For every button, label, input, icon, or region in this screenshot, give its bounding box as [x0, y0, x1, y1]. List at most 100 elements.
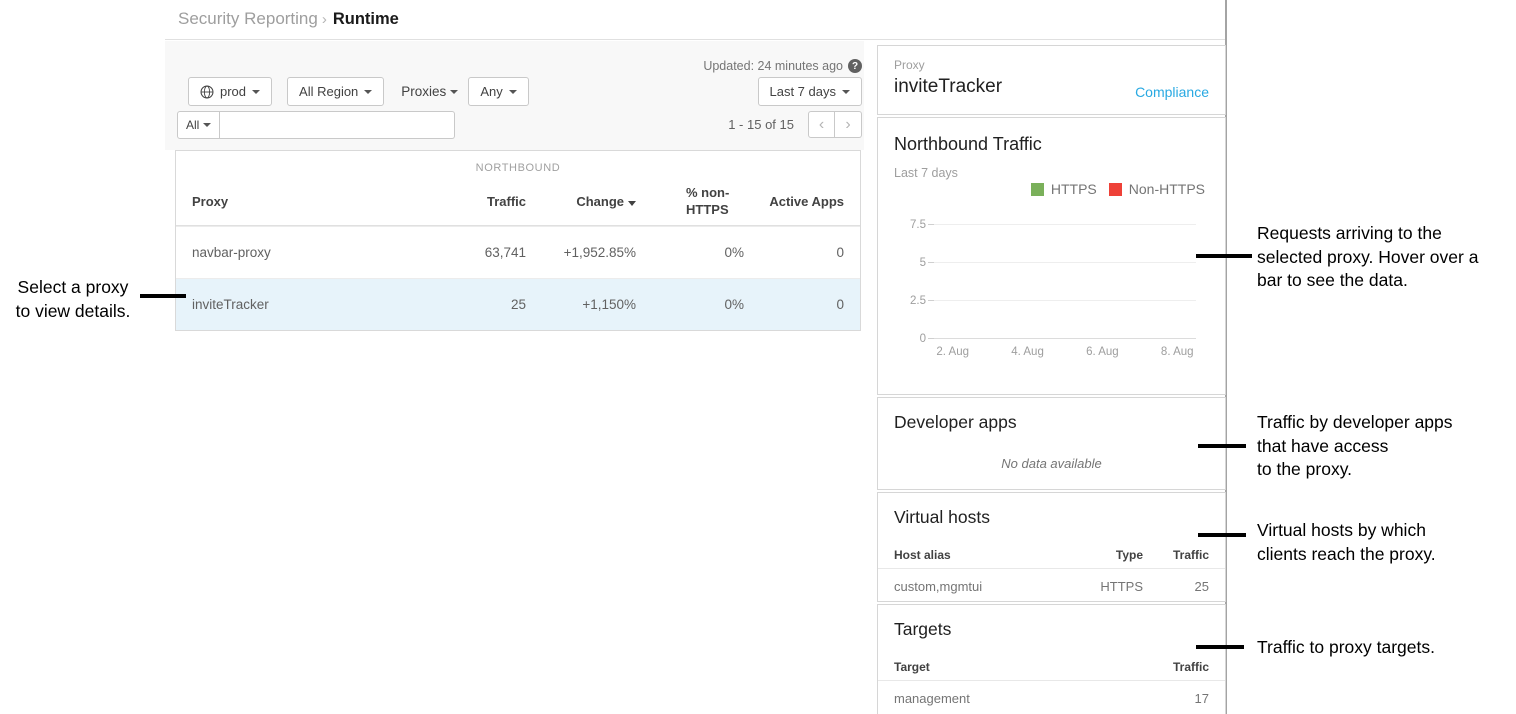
cell-change: +1,150% [526, 297, 636, 312]
region-dropdown[interactable]: All Region [287, 77, 384, 106]
filter-row-1: prod All Region Proxies Any [188, 77, 529, 106]
proxies-dropdown[interactable]: Proxies [401, 84, 458, 99]
any-label: Any [480, 84, 502, 99]
cell-target: management [894, 691, 1143, 706]
pagination-prev-button[interactable]: ‹ [808, 111, 835, 138]
annotation-line: Traffic by developer apps [1257, 411, 1453, 435]
chart-xaxis: 2. Aug4. Aug6. Aug8. Aug [934, 346, 1196, 358]
proxies-label: Proxies [401, 84, 446, 99]
proxy-detail-card: Proxy inviteTracker Compliance [877, 45, 1226, 115]
annotation-line: Virtual hosts by which [1257, 519, 1436, 543]
col-header-traffic[interactable]: Traffic [406, 194, 526, 209]
search-input[interactable] [220, 111, 455, 139]
chart-y-tick-label: 0 [886, 333, 926, 345]
callout-line-developer-apps [1198, 444, 1246, 448]
annotation-targets: Traffic to proxy targets. [1257, 636, 1435, 660]
col-header-target: Target [894, 660, 1143, 674]
breadcrumb: Security Reporting› Runtime [165, 0, 1225, 40]
col-header-change-label: Change [576, 194, 624, 209]
callout-line-select-proxy [140, 294, 186, 298]
chevron-down-icon [252, 90, 260, 94]
cell-proxy: navbar-proxy [176, 245, 406, 260]
virtual-hosts-title: Virtual hosts [894, 507, 990, 528]
col-header-traffic: Traffic [1143, 660, 1209, 674]
cell-non-https: 0% [636, 245, 744, 260]
col-header-non-https-label: % non-HTTPS [686, 185, 744, 219]
chevron-down-icon [450, 90, 458, 94]
breadcrumb-section[interactable]: Security Reporting [178, 9, 318, 28]
col-header-host-alias: Host alias [894, 548, 1067, 562]
table-group-header: NORTHBOUND [176, 151, 860, 178]
legend-swatch-non-https [1109, 183, 1122, 196]
compliance-link[interactable]: Compliance [1135, 84, 1209, 100]
time-range-label: Last 7 days [770, 84, 837, 99]
virtual-hosts-header-row: Host alias Type Traffic [878, 541, 1225, 569]
chart-y-tick-label: 5 [886, 257, 926, 269]
col-header-traffic: Traffic [1143, 548, 1209, 562]
table-row-selected[interactable]: inviteTracker 25 +1,150% 0% 0 [176, 278, 860, 330]
region-label: All Region [299, 84, 358, 99]
cell-host-alias: custom,mgmtui [894, 579, 1067, 594]
col-header-proxy[interactable]: Proxy [176, 194, 406, 209]
targets-title: Targets [894, 619, 951, 640]
cell-active-apps: 0 [744, 297, 860, 312]
sort-desc-icon [628, 201, 636, 206]
annotation-select-proxy: Select a proxy to view details. [0, 276, 146, 323]
cell-traffic: 25 [406, 297, 526, 312]
chart-x-tick-label [971, 346, 1008, 358]
pagination: 1 - 15 of 15 ‹ › [728, 111, 862, 138]
table-row[interactable]: navbar-proxy 63,741 +1,952.85% 0% 0 [176, 226, 860, 278]
chart-x-tick-label: 2. Aug [934, 346, 971, 358]
search-filter-dropdown[interactable]: All [177, 111, 220, 139]
environment-label: prod [220, 84, 246, 99]
chart-bars [934, 225, 1196, 339]
developer-apps-empty-message: No data available [878, 456, 1225, 471]
chart-x-tick-label: 6. Aug [1084, 346, 1121, 358]
northbound-traffic-card: Northbound Traffic Last 7 days HTTPS Non… [877, 117, 1226, 395]
environment-dropdown[interactable]: prod [188, 77, 272, 106]
legend-label-https: HTTPS [1051, 181, 1097, 197]
page-title: Runtime [333, 10, 399, 28]
breadcrumb-separator: › [322, 11, 327, 28]
annotation-line: selected proxy. Hover over a [1257, 246, 1478, 270]
chevron-down-icon [509, 90, 517, 94]
annotation-line: to view details. [0, 300, 146, 324]
col-header-non-https[interactable]: % non-HTTPS [636, 185, 744, 219]
help-icon[interactable]: ? [848, 59, 862, 73]
globe-icon [200, 85, 214, 99]
chart-x-tick-label: 4. Aug [1009, 346, 1046, 358]
chart-subtitle: Last 7 days [894, 166, 958, 180]
filter-toolbar: Updated: 24 minutes ago ? prod All Regio… [165, 41, 864, 150]
developer-apps-title: Developer apps [894, 412, 1017, 433]
annotation-line: Traffic to proxy targets. [1257, 636, 1435, 660]
chevron-down-icon [842, 90, 850, 94]
target-row: management 17 [878, 683, 1225, 713]
annotation-line: that have access [1257, 435, 1453, 459]
time-range-dropdown[interactable]: Last 7 days [758, 77, 863, 106]
targets-header-row: Target Traffic [878, 653, 1225, 681]
legend-item-non-https: Non-HTTPS [1109, 181, 1205, 197]
proxy-table: NORTHBOUND Proxy Traffic Change % non-HT… [175, 150, 861, 331]
app-window: Security Reporting›Runtime Updated: 24 m… [165, 0, 1227, 714]
any-dropdown[interactable]: Any [468, 77, 528, 106]
annotation-line: to the proxy. [1257, 458, 1453, 482]
chart-y-tick-label: 2.5 [886, 295, 926, 307]
chart-plot-area: 02.557.5 [934, 225, 1196, 339]
callout-line-virtual-hosts [1198, 533, 1246, 537]
updated-status: Updated: 24 minutes ago ? [703, 59, 862, 73]
col-header-active-apps[interactable]: Active Apps [744, 194, 860, 209]
cell-traffic: 63,741 [406, 245, 526, 260]
chevron-down-icon [364, 90, 372, 94]
virtual-hosts-card: Virtual hosts Host alias Type Traffic cu… [877, 492, 1226, 602]
updated-text: Updated: 24 minutes ago [703, 59, 843, 73]
legend-item-https: HTTPS [1031, 181, 1097, 197]
legend-swatch-https [1031, 183, 1044, 196]
cell-type: HTTPS [1067, 579, 1143, 594]
cell-change: +1,952.85% [526, 245, 636, 260]
pagination-next-button[interactable]: › [835, 111, 862, 138]
cell-traffic: 17 [1143, 691, 1209, 706]
chart-x-tick-label [1046, 346, 1083, 358]
col-header-change[interactable]: Change [526, 194, 636, 209]
chart-title: Northbound Traffic [894, 134, 1042, 155]
chevron-down-icon [203, 123, 211, 127]
